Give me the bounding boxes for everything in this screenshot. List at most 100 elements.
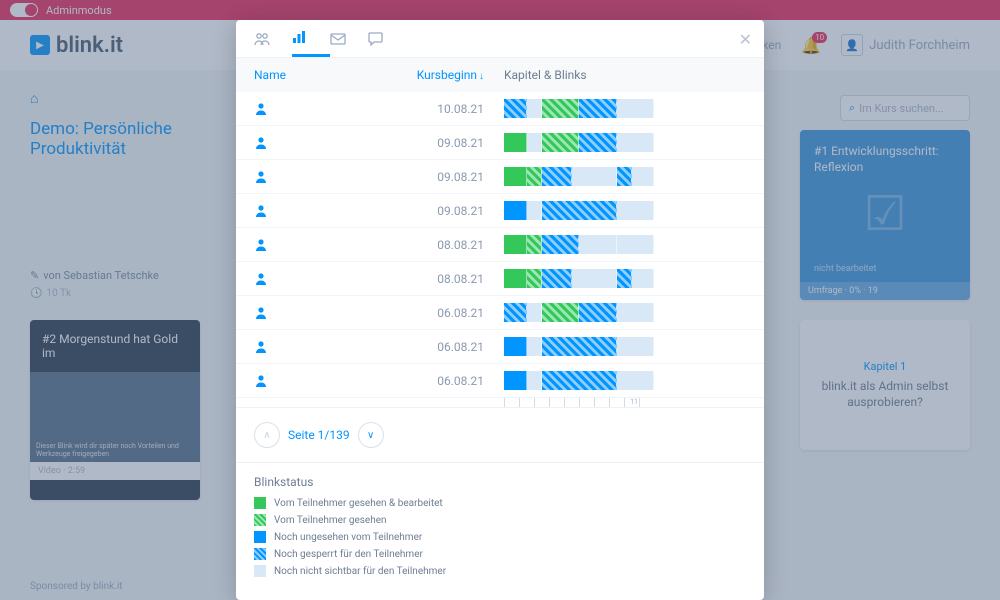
close-icon[interactable]: ✕ — [739, 30, 752, 49]
legend-item: Vom Teilnehmer gesehen — [254, 514, 746, 526]
brand-name: blink.it — [56, 33, 123, 58]
person-icon — [254, 136, 354, 150]
search-input[interactable]: ⌕ Im Kurs suchen... — [840, 95, 970, 121]
progress-bar — [484, 303, 746, 322]
legend-label: Noch gesperrt für den Teilnehmer — [274, 549, 423, 560]
user-menu[interactable]: 👤 Judith Forchheim — [841, 34, 970, 56]
page-prev-button[interactable]: ∧ — [254, 422, 280, 448]
row-date: 06.08.21 — [354, 340, 484, 354]
brand-logo[interactable]: ▶ blink.it — [30, 33, 123, 58]
table-row[interactable]: 06.08.21 — [236, 296, 764, 330]
course-title[interactable]: Demo: Persönliche Produktivität — [30, 119, 190, 159]
table-row[interactable]: 08.08.21 — [236, 262, 764, 296]
header-kursbeginn[interactable]: Kursbeginn↓ — [354, 68, 484, 82]
legend-swatch — [254, 548, 266, 560]
legend: Blinkstatus Vom Teilnehmer gesehen & bea… — [236, 462, 764, 600]
person-icon — [254, 238, 354, 252]
participants-modal: ✕ Name Kursbeginn↓ Kapitel & Blinks 10.0… — [236, 20, 764, 600]
admin-mode-bar: Adminmodus — [0, 0, 1000, 20]
person-icon — [254, 272, 354, 286]
legend-label: Vom Teilnehmer gesehen & bearbeitet — [274, 498, 443, 509]
chapter-cta-card[interactable]: Kapitel 1 blink.it als Admin selbst ausp… — [800, 320, 970, 450]
legend-label: Vom Teilnehmer gesehen — [274, 515, 387, 526]
table-row[interactable]: 06.08.21 — [236, 364, 764, 398]
legend-swatch — [254, 497, 266, 509]
card-footer: Video · 2:59 — [30, 462, 200, 480]
progress-bar — [484, 371, 746, 390]
row-date: 06.08.21 — [354, 306, 484, 320]
progress-bar — [484, 133, 746, 152]
course-card-reflexion[interactable]: #1 Entwicklungsschritt: Reflexion ☑ nich… — [800, 130, 970, 300]
admin-toggle[interactable] — [10, 3, 38, 17]
row-date: 09.08.21 — [354, 136, 484, 150]
person-icon — [254, 102, 354, 116]
modal-tab-bar: ✕ — [236, 20, 764, 58]
legend-label: Noch nicht sichtbar für den Teilnehmer — [274, 566, 446, 577]
locked-caption: Dieser Blink wird dir später noch Vortei… — [36, 442, 186, 458]
search-placeholder: Im Kurs suchen... — [859, 102, 944, 115]
page-next-button[interactable]: ∨ — [358, 422, 384, 448]
course-card-morgenstund[interactable]: #2 Morgenstund hat Gold im Dieser Blink … — [30, 320, 200, 500]
legend-item: Noch gesperrt für den Teilnehmer — [254, 548, 746, 560]
table-row[interactable]: 09.08.21 — [236, 160, 764, 194]
row-date: 09.08.21 — [354, 204, 484, 218]
page-indicator: Seite 1/139 — [288, 428, 350, 442]
table-row[interactable]: 10.08.21 — [236, 92, 764, 126]
sponsor-line: Sponsored by blink.it — [30, 581, 123, 592]
notification-badge: 10 — [812, 32, 827, 43]
tab-group-icon[interactable] — [254, 22, 292, 56]
row-date: 09.08.21 — [354, 170, 484, 184]
progress-bar — [484, 269, 746, 288]
search-icon: ⌕ — [849, 101, 855, 115]
progress-bar — [484, 235, 746, 254]
table-header: Name Kursbeginn↓ Kapitel & Blinks — [236, 58, 764, 92]
row-date: 08.08.21 — [354, 238, 484, 252]
legend-label: Noch ungesehen vom Teilnehmer — [274, 532, 422, 543]
progress-bar — [484, 99, 746, 118]
home-icon[interactable]: ⌂ — [30, 90, 190, 107]
row-date: 10.08.21 — [354, 102, 484, 116]
user-name: Judith Forchheim — [869, 38, 970, 53]
card-title: #2 Morgenstund hat Gold im — [30, 320, 200, 372]
table-row[interactable]: 09.08.21 — [236, 194, 764, 228]
course-meta: 🕓10 Tk — [30, 288, 190, 299]
pagination: ∧ Seite 1/139 ∨ — [236, 407, 764, 462]
legend-item: Noch nicht sichtbar für den Teilnehmer — [254, 565, 746, 577]
avatar-icon: 👤 — [841, 34, 863, 56]
row-date: 08.08.21 — [354, 272, 484, 286]
row-date: 06.08.21 — [354, 374, 484, 388]
tab-stats-icon[interactable] — [292, 20, 330, 57]
admin-label: Adminmodus — [46, 4, 112, 17]
tab-chat-icon[interactable] — [368, 22, 406, 56]
chapter-label: Kapitel 1 — [814, 360, 956, 373]
legend-swatch — [254, 531, 266, 543]
card-title: #1 Entwicklungsschritt: Reflexion — [814, 144, 956, 175]
legend-title: Blinkstatus — [254, 475, 746, 489]
card-footer: Umfrage · 0% · 19 — [800, 282, 970, 300]
card-status: nicht bearbeitet — [814, 264, 876, 274]
notification-icon[interactable]: 🔔10 — [801, 36, 821, 55]
person-icon — [254, 306, 354, 320]
person-icon — [254, 170, 354, 184]
legend-swatch — [254, 565, 266, 577]
axis-ticks: 11 — [504, 398, 654, 407]
chapter-question: blink.it als Admin selbst ausprobieren? — [814, 379, 956, 410]
header-name[interactable]: Name — [254, 68, 354, 82]
play-icon: ▶ — [30, 35, 50, 55]
table-row[interactable]: 08.08.21 — [236, 228, 764, 262]
progress-bar — [484, 167, 746, 186]
header-kapitel: Kapitel & Blinks — [484, 68, 746, 82]
check-icon: ☑ — [814, 185, 956, 242]
legend-item: Noch ungesehen vom Teilnehmer — [254, 531, 746, 543]
table-row[interactable]: 09.08.21 — [236, 126, 764, 160]
person-icon — [254, 204, 354, 218]
legend-swatch — [254, 514, 266, 526]
tab-mail-icon[interactable] — [330, 23, 368, 55]
legend-item: Vom Teilnehmer gesehen & bearbeitet — [254, 497, 746, 509]
person-icon — [254, 340, 354, 354]
progress-bar — [484, 201, 746, 220]
table-row[interactable]: 06.08.21 — [236, 330, 764, 364]
person-icon — [254, 374, 354, 388]
participant-rows: 10.08.21 09.08.21 09.08.21 09.08.21 08.08.21… — [236, 92, 764, 398]
course-author: ✎von Sebastian Tetschke — [30, 269, 190, 282]
